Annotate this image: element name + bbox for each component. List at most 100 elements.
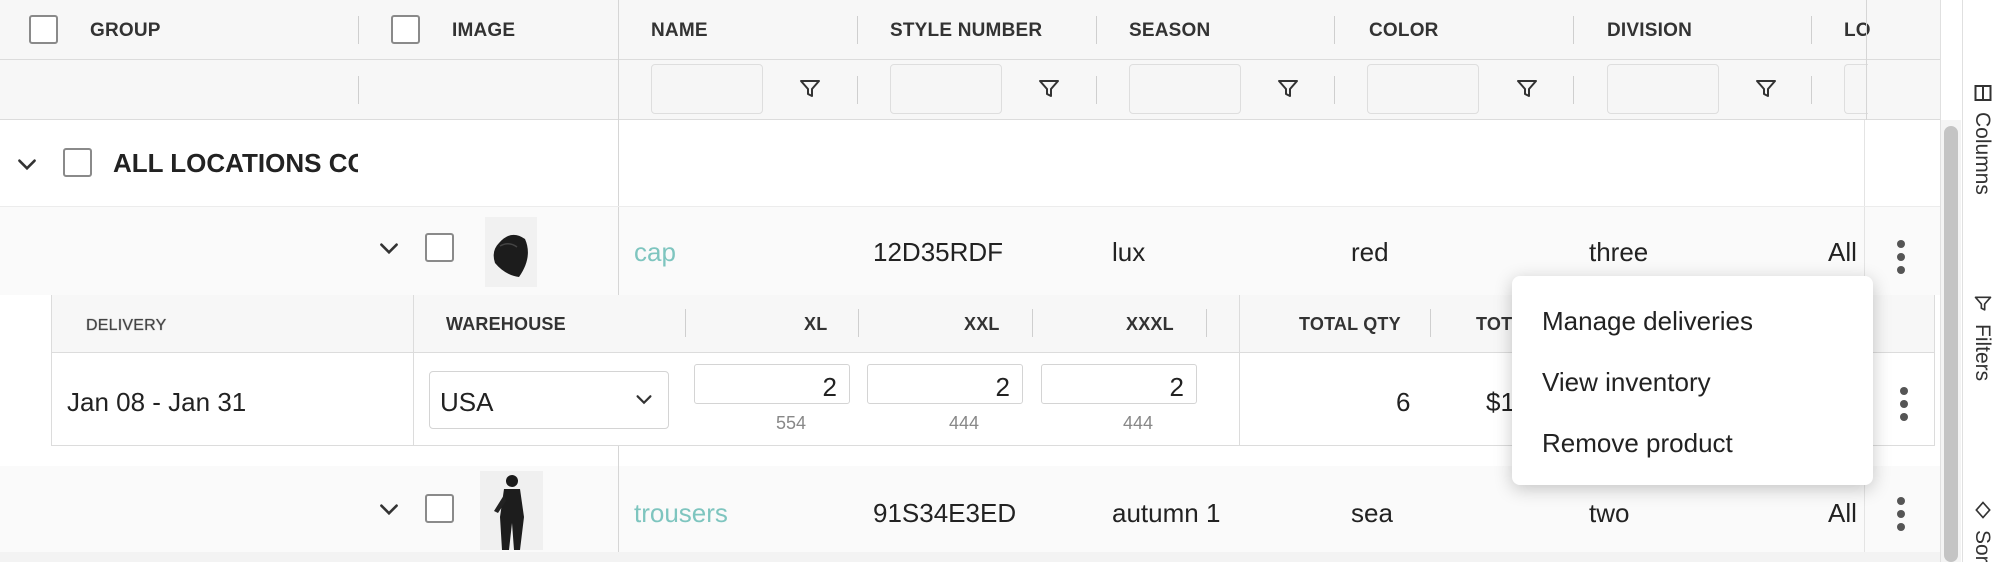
product-name-link[interactable]: cap	[634, 237, 676, 268]
product-division: two	[1589, 498, 1630, 528]
product-season: lux	[1112, 237, 1146, 267]
xl-quantity-input[interactable]	[694, 364, 850, 404]
product-color: red	[1351, 237, 1389, 267]
product-location: All	[1828, 498, 1857, 528]
filter-divider	[857, 76, 858, 104]
columns-icon	[1974, 85, 1992, 101]
trousers-image	[494, 475, 524, 550]
product-checkbox[interactable]	[425, 233, 454, 262]
filter-divider	[1811, 76, 1812, 104]
subtable-divider	[1239, 295, 1240, 446]
kebab-icon[interactable]	[1898, 387, 1910, 421]
filter-icon[interactable]	[1276, 77, 1300, 101]
color-filter-input[interactable]	[1367, 64, 1479, 114]
subtable-divider	[858, 309, 859, 337]
menu-item-remove-product[interactable]: Remove product	[1512, 428, 1873, 459]
select-all-image-checkbox[interactable]	[391, 15, 420, 44]
xxl-quantity-input[interactable]	[867, 364, 1023, 404]
delivery-total-qty: 6	[1396, 387, 1411, 417]
delivery-header-total[interactable]: TOT	[1476, 314, 1512, 335]
vertical-scrollbar-thumb[interactable]	[1944, 126, 1958, 562]
subtable-divider	[685, 309, 686, 337]
sort-icon	[1975, 501, 1991, 519]
warehouse-select-value: USA	[440, 387, 494, 417]
xxl-stock: 444	[948, 413, 979, 433]
header-divider	[1096, 16, 1097, 44]
cap-image	[493, 234, 528, 277]
subtable-divider	[1032, 309, 1033, 337]
division-filter-input[interactable]	[1607, 64, 1719, 114]
product-image	[480, 471, 543, 550]
kebab-icon[interactable]	[1895, 497, 1907, 531]
delivery-header-xxl[interactable]: XXL	[964, 314, 1000, 335]
product-division: three	[1589, 237, 1649, 267]
menu-item-view-inventory[interactable]: View inventory	[1512, 367, 1873, 398]
product-location: All	[1828, 237, 1857, 267]
delivery-header-delivery[interactable]: DELIVERY	[86, 317, 166, 335]
style-number-filter-input[interactable]	[890, 64, 1002, 114]
header-season[interactable]: SEASON	[1129, 20, 1210, 42]
kebab-icon[interactable]	[1895, 240, 1907, 274]
header-division[interactable]: DIVISION	[1607, 20, 1692, 42]
product-checkbox[interactable]	[425, 494, 454, 523]
header-group[interactable]: GROUP	[90, 20, 161, 42]
product-style-number: 12D35RDF	[873, 237, 1004, 267]
group-title: ALL LOCATIONS COI	[113, 148, 358, 178]
side-tab-sort[interactable]: Sort	[1962, 490, 2000, 562]
product-color: sea	[1351, 498, 1393, 528]
side-tab-filters-label: Filters	[1971, 324, 1994, 382]
chevron-down-icon[interactable]	[376, 236, 402, 262]
delivery-header-xl[interactable]: XL	[804, 314, 827, 335]
filter-divider	[358, 76, 359, 104]
subtable-divider	[1206, 309, 1207, 337]
filter-icon[interactable]	[1515, 77, 1539, 101]
chevron-down-icon[interactable]	[14, 152, 40, 178]
product-image	[485, 217, 537, 287]
xxxl-stock: 444	[1122, 413, 1153, 433]
chevron-down-icon[interactable]	[376, 497, 402, 523]
delivery-header-total-qty[interactable]: TOTAL QTY	[1299, 314, 1401, 335]
delivery-total: $1	[1486, 387, 1515, 417]
header-divider	[358, 16, 359, 44]
filter-icon[interactable]	[1754, 77, 1778, 101]
next-row-edge	[0, 552, 1940, 562]
select-all-group-checkbox[interactable]	[29, 15, 58, 44]
header-divider	[857, 16, 858, 44]
xl-stock: 554	[775, 413, 806, 433]
product-season: autumn 1	[1112, 498, 1221, 528]
filter-icon	[1974, 296, 1992, 311]
context-menu: Manage deliveries View inventory Remove …	[1512, 276, 1873, 485]
product-name-link[interactable]: trousers	[634, 498, 728, 529]
pinned-right-divider	[1866, 0, 1867, 120]
group-checkbox[interactable]	[63, 148, 92, 177]
side-tab-filters[interactable]: Filters	[1962, 282, 2000, 412]
delivery-header-warehouse[interactable]: WAREHOUSE	[446, 314, 566, 335]
menu-item-manage-deliveries[interactable]: Manage deliveries	[1512, 306, 1873, 337]
filter-icon[interactable]	[1037, 77, 1061, 101]
chevron-down-icon	[636, 395, 652, 405]
xxxl-quantity-input[interactable]	[1041, 364, 1197, 404]
product-style-number: 91S34E3ED	[873, 498, 1017, 528]
header-style-number[interactable]: STYLE NUMBER	[890, 20, 1042, 42]
header-color[interactable]: COLOR	[1369, 20, 1439, 42]
filter-icon[interactable]	[798, 77, 822, 101]
warehouse-select[interactable]: USA	[429, 371, 669, 429]
season-filter-input[interactable]	[1129, 64, 1241, 114]
header-divider	[1334, 16, 1335, 44]
subtable-divider	[413, 295, 414, 446]
filter-divider	[1573, 76, 1574, 104]
header-name[interactable]: NAME	[651, 20, 708, 42]
subtable-divider	[1430, 309, 1431, 337]
filter-divider	[1096, 76, 1097, 104]
delivery-header-xxxl[interactable]: XXXL	[1126, 314, 1174, 335]
side-tab-columns[interactable]: Columns	[1962, 72, 2000, 212]
location-filter-input[interactable]	[1844, 64, 1868, 114]
delivery-dates: Jan 08 - Jan 31	[67, 387, 247, 417]
header-divider	[1811, 16, 1812, 44]
side-tab-sort-label: Sort	[1971, 530, 1994, 562]
side-tab-columns-label: Columns	[1971, 112, 1994, 195]
header-divider	[1573, 16, 1574, 44]
name-filter-input[interactable]	[651, 64, 763, 114]
filter-divider	[1334, 76, 1335, 104]
header-image[interactable]: IMAGE	[452, 20, 515, 42]
